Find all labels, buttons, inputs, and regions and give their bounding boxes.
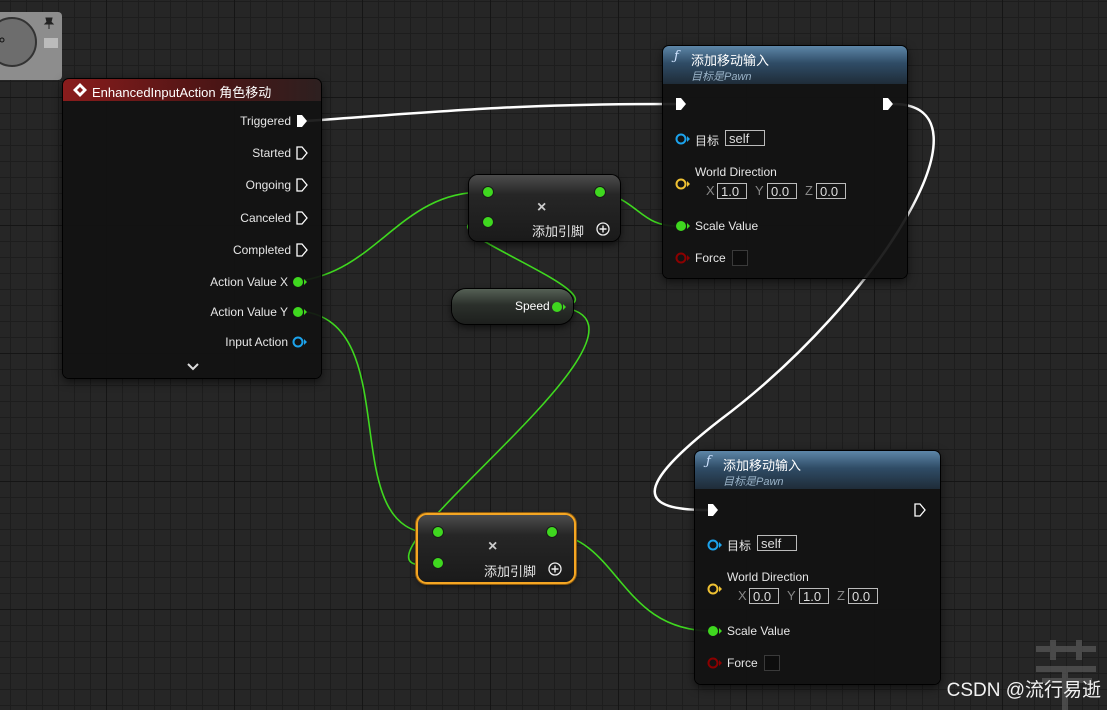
- bool-pin-force[interactable]: [675, 251, 691, 265]
- scale-value-label: Scale Value: [727, 624, 791, 638]
- float-pin-scale-value[interactable]: [707, 624, 723, 638]
- circle-plus-icon[interactable]: [548, 562, 562, 576]
- world-direction-label: World Direction: [727, 570, 809, 584]
- x-axis-label: X: [738, 588, 747, 603]
- function-node-title: 添加移动输入: [723, 458, 802, 473]
- force-label: Force: [727, 656, 758, 670]
- direction-x-field[interactable]: 0.0: [749, 588, 779, 604]
- circle-plus-icon[interactable]: [596, 222, 610, 236]
- scale-value-label: Scale Value: [695, 219, 759, 233]
- object-pin-target[interactable]: [707, 538, 723, 552]
- chevron-down-icon[interactable]: [186, 362, 200, 372]
- float-input-pin-a[interactable]: [431, 525, 445, 539]
- force-checkbox[interactable]: [764, 655, 780, 671]
- float-wire-scale-bottom: [551, 532, 715, 632]
- pin-label-triggered: Triggered: [240, 114, 291, 128]
- exec-output-pin[interactable]: [914, 503, 926, 517]
- float-output-pin[interactable]: [593, 185, 607, 199]
- direction-y-field[interactable]: 1.0: [799, 588, 829, 604]
- float-pin-scale-value[interactable]: [675, 219, 691, 233]
- float-pin-action-value-y[interactable]: [292, 305, 308, 319]
- diamond-event-icon: [73, 83, 87, 97]
- float-wire-x: [298, 191, 488, 282]
- vector-pin-world-direction[interactable]: [707, 582, 723, 596]
- world-direction-label: World Direction: [695, 165, 777, 179]
- float-pin-action-value-x[interactable]: [292, 275, 308, 289]
- pin-label-started: Started: [252, 146, 291, 160]
- y-axis-label: Y: [787, 588, 796, 603]
- pin-label-input-action: Input Action: [225, 335, 288, 349]
- add-movement-input-node-top[interactable]: ƒ 添加移动输入 目标是Pawn 目标 self World Direction…: [663, 46, 907, 278]
- force-label: Force: [695, 251, 726, 265]
- direction-z-field[interactable]: 0.0: [816, 183, 846, 199]
- function-f-icon: ƒ: [706, 454, 711, 469]
- target-field[interactable]: self: [725, 130, 765, 146]
- exec-pin-completed[interactable]: [296, 243, 308, 257]
- exec-input-pin[interactable]: [675, 97, 687, 111]
- csdn-watermark: CSDN @流行易逝: [946, 680, 1101, 701]
- direction-z-field[interactable]: 0.0: [848, 588, 878, 604]
- x-icon: ×: [488, 538, 498, 555]
- vector-pin-world-direction[interactable]: [675, 177, 691, 191]
- exec-output-pin[interactable]: [882, 97, 894, 111]
- pin-label-ongoing: Ongoing: [245, 178, 291, 192]
- x-icon: ×: [537, 199, 547, 216]
- function-node-title: 添加移动输入: [691, 53, 770, 68]
- z-axis-label: Z: [837, 588, 845, 603]
- function-node-header: ƒ 添加移动输入 目标是Pawn: [663, 46, 907, 84]
- event-node-title: EnhancedInputAction 角色移动: [92, 85, 272, 100]
- function-node-header: ƒ 添加移动输入 目标是Pawn: [695, 451, 940, 489]
- pin-label-action-value-x: Action Value X: [210, 275, 288, 289]
- add-pin-label[interactable]: 添加引脚: [484, 561, 536, 580]
- pin-label-canceled: Canceled: [240, 211, 291, 225]
- direction-y-field[interactable]: 0.0: [767, 183, 797, 199]
- add-movement-input-node-bottom[interactable]: ƒ 添加移动输入 目标是Pawn 目标 self World Direction…: [695, 451, 940, 684]
- exec-pin-triggered[interactable]: [296, 114, 308, 128]
- add-pin-label[interactable]: 添加引脚: [532, 221, 584, 240]
- enhanced-input-action-node[interactable]: EnhancedInputAction 角色移动 Triggered Start…: [63, 79, 321, 378]
- target-label: 目标: [695, 134, 720, 148]
- exec-pin-ongoing[interactable]: [296, 178, 308, 192]
- float-input-pin-b[interactable]: [431, 556, 445, 570]
- multiply-node-bottom[interactable]: × 添加引脚: [418, 515, 574, 582]
- pin-label-action-value-y: Action Value Y: [210, 305, 288, 319]
- y-axis-label: Y: [755, 183, 764, 198]
- target-label: 目标: [727, 539, 752, 553]
- exec-wire-triggered: [305, 102, 677, 123]
- multiply-node-top[interactable]: × 添加引脚: [469, 175, 620, 241]
- x-axis-label: X: [706, 183, 715, 198]
- pin-label-completed: Completed: [232, 243, 291, 257]
- target-field[interactable]: self: [757, 535, 797, 551]
- z-axis-label: Z: [805, 183, 813, 198]
- direction-x-field[interactable]: 1.0: [717, 183, 747, 199]
- exec-pin-started[interactable]: [296, 146, 308, 160]
- float-output-pin[interactable]: [545, 525, 559, 539]
- bool-pin-force[interactable]: [707, 656, 723, 670]
- function-node-subtitle: 目标是Pawn: [691, 71, 752, 83]
- exec-pin-canceled[interactable]: [296, 211, 308, 225]
- float-input-pin-a[interactable]: [481, 185, 495, 199]
- event-node-header: EnhancedInputAction 角色移动: [63, 79, 321, 101]
- speed-variable-node[interactable]: Speed: [452, 289, 573, 324]
- float-input-pin-b[interactable]: [481, 215, 495, 229]
- object-pin-target[interactable]: [675, 132, 691, 146]
- force-checkbox[interactable]: [732, 250, 748, 266]
- exec-input-pin[interactable]: [707, 503, 719, 517]
- object-pin-input-action[interactable]: [292, 335, 308, 349]
- float-pin-speed[interactable]: [551, 300, 567, 314]
- function-node-subtitle: 目标是Pawn: [723, 476, 784, 488]
- speed-label: Speed: [515, 299, 550, 313]
- function-f-icon: ƒ: [674, 49, 679, 64]
